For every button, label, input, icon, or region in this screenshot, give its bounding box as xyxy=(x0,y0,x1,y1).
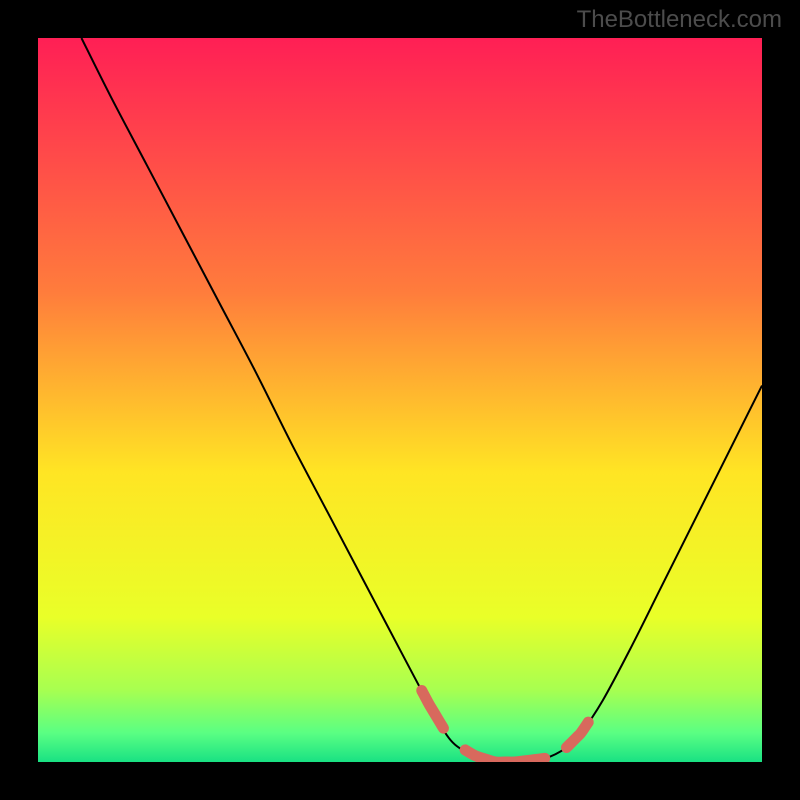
gradient-background xyxy=(38,38,762,762)
bottleneck-chart xyxy=(38,38,762,762)
watermark-text: TheBottleneck.com xyxy=(577,6,782,34)
chart-container xyxy=(38,38,762,762)
